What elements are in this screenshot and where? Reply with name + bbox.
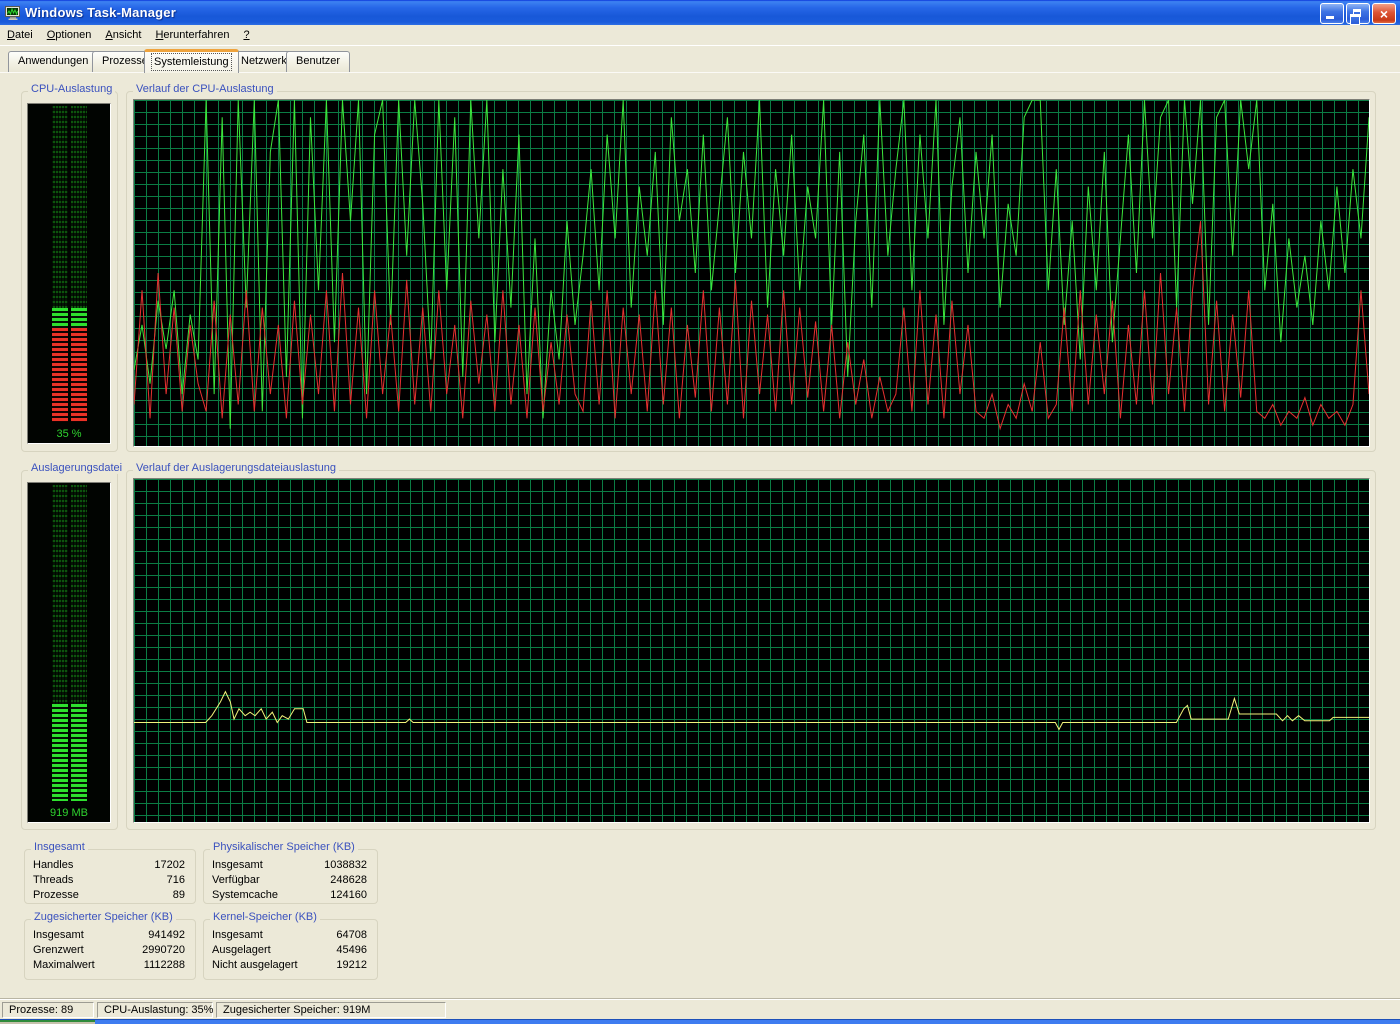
pagefile-gauge-panel: 919 MB	[27, 482, 111, 823]
stat-row: Prozesse 89	[25, 888, 195, 903]
stat-row: Nicht ausgelagert 19212	[204, 958, 377, 973]
stat-row: Verfügbar 248628	[204, 873, 377, 888]
pagefile-history-chart	[134, 479, 1369, 822]
restore-icon	[1353, 9, 1361, 17]
stat-label: Maximalwert	[33, 958, 95, 973]
statusbar-cpu-usage: CPU-Auslastung: 35%	[97, 1002, 213, 1018]
cpu-gauge-caption: CPU-Auslastung	[28, 83, 115, 95]
totals-caption: Insgesamt	[31, 841, 88, 853]
menu-item-datei[interactable]: Datei	[0, 27, 40, 43]
stat-value: 1038832	[324, 858, 367, 873]
stat-value: 64708	[336, 928, 367, 943]
pagefile-gauge-column-gap	[68, 485, 71, 801]
stat-row: Systemcache 124160	[204, 888, 377, 903]
statusbar-processes: Prozesse: 89	[2, 1002, 94, 1018]
close-button[interactable]: ×	[1372, 3, 1396, 24]
stat-label: Insgesamt	[33, 928, 84, 943]
restore-button[interactable]	[1346, 3, 1370, 24]
pagefile-gauge-led	[52, 485, 87, 801]
menubar: Datei Optionen Ansicht Herunterfahren ?	[0, 25, 1400, 46]
stat-row: Insgesamt 1038832	[204, 858, 377, 873]
statusbar: Prozesse: 89 CPU-Auslastung: 35% Zugesic…	[0, 999, 1400, 1019]
menu-item-hilfe[interactable]: ?	[236, 27, 256, 43]
start-button-sliver[interactable]	[0, 1020, 95, 1024]
stat-label: Insgesamt	[212, 858, 263, 873]
statusbar-commit-charge: Zugesicherter Speicher: 919M	[216, 1002, 446, 1018]
stat-value: 89	[173, 888, 185, 903]
tab-systemleistung[interactable]: Systemleistung	[144, 49, 239, 73]
kernel-memory-caption: Kernel-Speicher (KB)	[210, 911, 320, 923]
cpu-gauge-column-gap	[68, 106, 71, 422]
tab-benutzer[interactable]: Benutzer	[286, 51, 350, 72]
stat-label: Verfügbar	[212, 873, 260, 888]
stat-value: 45496	[336, 943, 367, 958]
groupbox-kernel-memory: Kernel-Speicher (KB) Insgesamt64708 Ausg…	[203, 919, 378, 980]
stat-row: Threads 716	[25, 873, 195, 888]
stat-value: 19212	[336, 958, 367, 973]
stat-label: Systemcache	[212, 888, 278, 903]
close-icon: ×	[1373, 5, 1395, 23]
cpu-gauge-led	[52, 106, 87, 422]
titlebar: Windows Task-Manager ×	[0, 0, 1400, 25]
stat-label: Handles	[33, 858, 73, 873]
stat-label: Nicht ausgelagert	[212, 958, 298, 973]
pagefile-history-caption: Verlauf der Auslagerungsdateiauslastung	[133, 462, 339, 474]
window-title: Windows Task-Manager	[25, 5, 176, 20]
red-line	[134, 221, 1369, 429]
pagefile-history-grid	[134, 479, 1369, 822]
stat-value: 941492	[148, 928, 185, 943]
task-manager-app-icon[interactable]	[5, 5, 21, 21]
stat-row: Insgesamt 64708	[204, 928, 377, 943]
pagefile-gauge-value: 919 MB	[28, 807, 110, 819]
stat-value: 124160	[330, 888, 367, 903]
stat-row: Ausgelagert 45496	[204, 943, 377, 958]
menu-item-ansicht[interactable]: Ansicht	[98, 27, 148, 43]
cpu-gauge-panel: 35 %	[27, 103, 111, 444]
menu-item-herunterfahren[interactable]: Herunterfahren	[148, 27, 236, 43]
cpu-gauge-value: 35 %	[28, 428, 110, 440]
stat-value: 17202	[154, 858, 185, 873]
task-manager-window: Windows Task-Manager × Datei Optionen An…	[0, 0, 1400, 1024]
stat-row: Handles 17202	[25, 858, 195, 873]
cpu-history-grid	[134, 100, 1369, 446]
stat-label: Insgesamt	[212, 928, 263, 943]
pagefile-history-panel	[133, 478, 1370, 823]
stat-value: 1112288	[144, 958, 185, 973]
minimize-icon	[1326, 16, 1334, 19]
cpu-history-panel	[133, 99, 1370, 447]
tab-strip: Anwendungen Prozesse Systemleistung Netz…	[0, 50, 1400, 72]
commit-charge-caption: Zugesicherter Speicher (KB)	[31, 911, 176, 923]
menu-item-optionen[interactable]: Optionen	[40, 27, 99, 43]
stat-label: Prozesse	[33, 888, 79, 903]
physical-memory-caption: Physikalischer Speicher (KB)	[210, 841, 358, 853]
minimize-button[interactable]	[1320, 3, 1344, 24]
yellow-line	[134, 692, 1369, 730]
groupbox-totals: Insgesamt Handles17202 Threads716 Prozes…	[24, 849, 196, 904]
stat-value: 2990720	[142, 943, 185, 958]
stat-label: Ausgelagert	[212, 943, 271, 958]
stat-row: Maximalwert 1112288	[25, 958, 195, 973]
cpu-history-chart	[134, 100, 1369, 446]
stat-row: Insgesamt 941492	[25, 928, 195, 943]
stat-label: Threads	[33, 873, 73, 888]
stat-value: 716	[167, 873, 185, 888]
tab-anwendungen[interactable]: Anwendungen	[8, 51, 98, 72]
taskbar-strip	[0, 1019, 1400, 1024]
groupbox-commit-charge: Zugesicherter Speicher (KB) Insgesamt941…	[24, 919, 196, 980]
stat-value: 248628	[330, 873, 367, 888]
stat-row: Grenzwert 2990720	[25, 943, 195, 958]
cpu-history-caption: Verlauf der CPU-Auslastung	[133, 83, 277, 95]
pagefile-gauge-caption: Auslagerungsdatei	[28, 462, 125, 474]
stat-label: Grenzwert	[33, 943, 84, 958]
groupbox-physical-memory: Physikalischer Speicher (KB) Insgesamt10…	[203, 849, 378, 904]
